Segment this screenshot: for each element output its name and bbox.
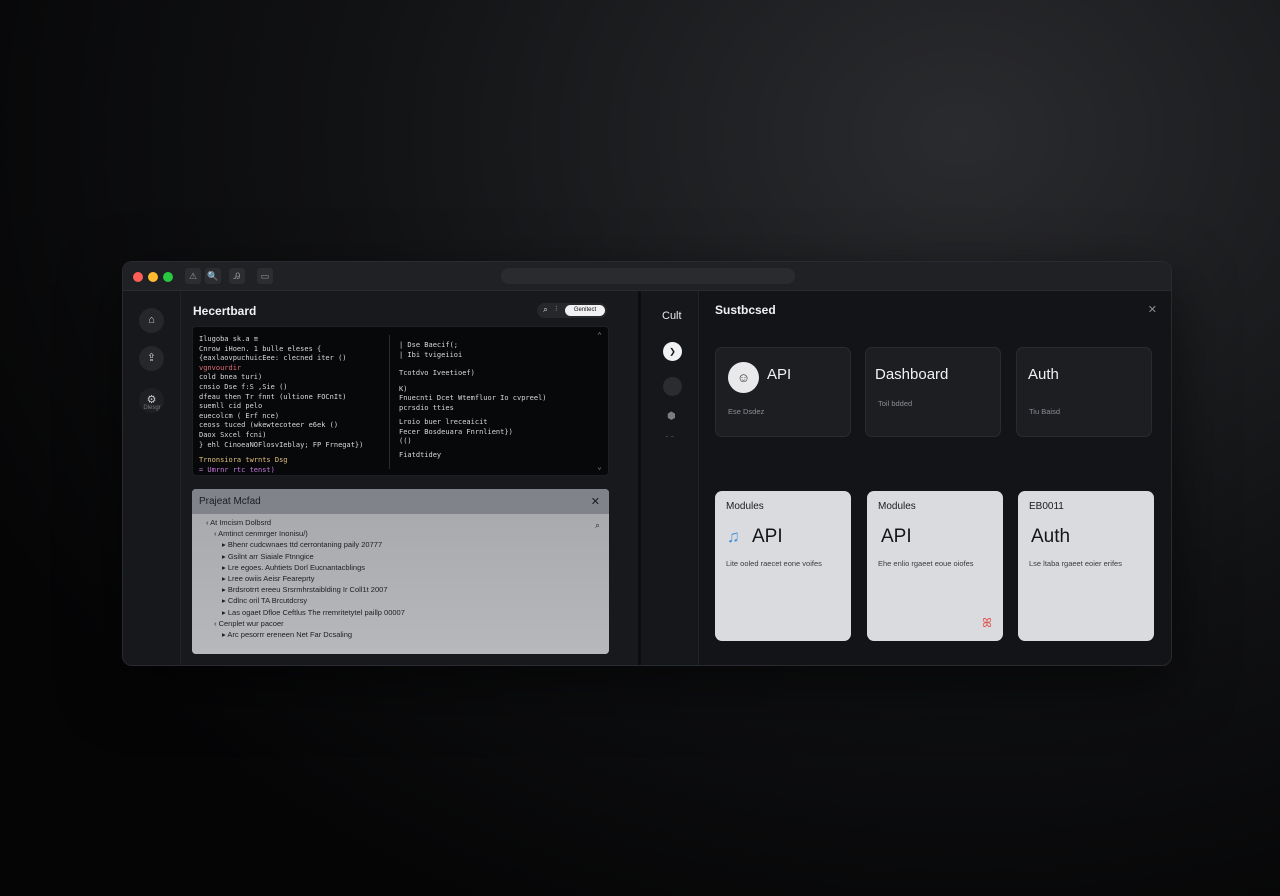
project-tree: ⌕ ‹ At Imcism Dolbsrd ‹ Amtinct cenmrger … [192, 514, 609, 654]
code-line: Tcotdvo Iveetioef) [399, 369, 475, 377]
card-subtitle: Toil bdded [878, 399, 913, 408]
search-bar[interactable]: ⌕ ⁝ Genitect [537, 303, 607, 318]
more-icon[interactable]: ⁃ ⁃ [665, 433, 674, 441]
address-bar[interactable] [501, 268, 795, 284]
tree-item[interactable]: ▸ Cdlnc oril TA Brcutdcrsy [222, 596, 307, 605]
tree-item[interactable]: ▸ Gsilnt arr Siaiale Ftnngice [222, 552, 314, 561]
tree-item[interactable]: ‹ At Imcism Dolbsrd [206, 518, 271, 527]
cube-icon[interactable]: ⬢ [667, 411, 676, 422]
module-card-auth[interactable]: EB0011 Auth Lse ltaba rgaeet eoier erife… [1018, 491, 1154, 641]
card-label: Modules [726, 501, 764, 512]
card-title: API [767, 366, 792, 383]
card-title: API [752, 526, 783, 547]
pane-title: Sustbcsed [715, 303, 776, 317]
code-line: euecolcm ( Erf nce) [199, 411, 280, 420]
tree-item[interactable]: ▸ Lre egoes. Auhtiets Dorl Eucnantacblin… [222, 563, 365, 572]
code-line: Fiatdtidey [399, 451, 442, 459]
pane-title: Hecertbard [193, 304, 257, 318]
code-line: cold bnea turi) [199, 373, 263, 382]
code-line: Ilugoba sk.a ≡ [199, 335, 259, 343]
tree-item[interactable]: ▸ Brdsrotrrt ereeu Srsrmhrstaiblding Ir … [222, 585, 388, 594]
left-rail: ⌂ ⇪ ⚙ Dlesgr [123, 291, 181, 665]
badge-icon: ꕤ [982, 616, 992, 630]
project-panel: Prajeat Mcfad ✕ ⌕ ‹ At Imcism Dolbsrd ‹ A… [192, 489, 609, 654]
app-window: ⚠ 🔍 Ꭿ ▭ ⌂ ⇪ ⚙ Dlesgr Hecertbard ⌕ ⁝ Geni… [122, 261, 1172, 666]
dashboard-pane: Hecertbard ⌕ ⁝ Genitect ⌃ ⌄ Ilugoba sk.a… [181, 291, 638, 665]
code-line: cnsio Dse f:S ,Sie () [199, 383, 288, 391]
maximize-window-button[interactable] [163, 272, 173, 282]
search-icon[interactable]: ⌕ [543, 304, 548, 315]
close-icon[interactable]: ✕ [591, 495, 600, 508]
close-icon[interactable]: ✕ [1148, 303, 1157, 316]
titlebar: ⚠ 🔍 Ꭿ ▭ [123, 262, 1171, 291]
card-title: Auth [1031, 526, 1071, 547]
code-editor[interactable]: ⌃ ⌄ Ilugoba sk.a ≡ Cnrow iHoen. 1 bulle … [192, 326, 609, 476]
tree-item[interactable]: ▸ Lree owiis Aeisr Feareprty [222, 574, 315, 583]
card-subtitle: Ese Dsdez [728, 407, 765, 416]
code-line: (() [399, 437, 412, 445]
code-line: Daox Sxcel fcni) [199, 431, 267, 439]
font-icon[interactable]: Ꭿ [229, 268, 245, 284]
search-icon[interactable]: 🔍 [205, 268, 221, 284]
subscribed-pane: Sustbcsed ✕ ☺ API Ese Dsdez Dashboard To… [699, 291, 1171, 665]
code-line: Fecer Bosdeuara Fnrnlient}) [399, 428, 513, 436]
code-line: } ehl CinoeaNOFlosvIeblay; FP Frnegat}) [199, 440, 364, 449]
code-line: Fnuecnti Dcet Wtemfluor Io cvpreel) [399, 394, 547, 402]
card-description: Lse ltaba rgaeet eoier erifes [1029, 559, 1122, 568]
code-line: K) [399, 385, 408, 393]
tree-item[interactable]: ▸ Bhenr cudcwnaes ttd cerrontaning paily… [222, 540, 382, 549]
scroll-up-icon[interactable]: ⌃ [597, 331, 602, 340]
code-line: Trnonsiora twrnts Dsg [199, 456, 288, 465]
minimize-window-button[interactable] [148, 272, 158, 282]
warning-icon[interactable]: ⚠ [185, 268, 201, 284]
upload-icon[interactable]: ⇪ [139, 346, 164, 371]
card-label: EB0011 [1029, 501, 1064, 512]
code-line: dfeau then Tr fnnt (ultione FOCnIt) [199, 392, 347, 401]
code-line: pcrsdio tties [399, 404, 454, 412]
code-line: | Dse Baecif(; [399, 341, 459, 349]
project-title: Prajeat Mcfad [199, 496, 261, 507]
avatar: ☺ [728, 362, 759, 393]
search-action-button[interactable]: Genitect [565, 305, 605, 316]
music-note-icon: ♫ [727, 527, 740, 546]
active-step-icon[interactable]: ❯ [663, 342, 682, 361]
card-description: Lite ooled raecet eone voifes [726, 559, 822, 568]
code-split-divider [389, 335, 390, 469]
module-card-api[interactable]: Modules ♫ API Lite ooled raecet eone voi… [715, 491, 851, 641]
rail-title: Cult [662, 310, 682, 322]
project-header: Prajeat Mcfad ✕ [192, 489, 609, 514]
card-dashboard[interactable]: Dashboard Toil bdded [865, 347, 1001, 437]
code-line: Lroio buer lreceaicit [399, 418, 488, 426]
code-line: Cnrow iHoen. 1 bulle eleses { [199, 344, 322, 353]
code-line: ceoss tuced (wkewtecoteer e6ek () [199, 421, 339, 430]
pin-icon[interactable]: ⌕ [595, 520, 600, 531]
scroll-down-icon[interactable]: ⌄ [597, 462, 602, 471]
card-api[interactable]: ☺ API Ese Dsdez [715, 347, 851, 437]
card-label: Modules [878, 501, 916, 512]
tree-item[interactable]: ‹ Cenplet wur pacoer [214, 619, 284, 628]
tree-item[interactable]: ‹ Amtinct cenmrger Inonisu/) [214, 529, 308, 538]
code-line: vgnvourdir [199, 363, 242, 372]
card-title: API [881, 526, 912, 547]
card-subtitle: Tiu Baisd [1029, 407, 1060, 416]
tree-item[interactable]: ▸ Arc pesorrr ereneen Net Far Dcsaling [222, 630, 352, 639]
code-line: suemll cid pelo [199, 402, 263, 411]
card-title: Dashboard [875, 366, 949, 383]
card-description: Ehe enlio rgaeet eoue oiofes [878, 559, 974, 568]
settings-label: Dlesgr [143, 405, 161, 411]
separator-icon: ⁝ [555, 304, 558, 313]
close-window-button[interactable] [133, 272, 143, 282]
card-title: Auth [1028, 366, 1059, 383]
home-icon[interactable]: ⌂ [139, 308, 164, 333]
right-rail: Cult ❯ ⬢ ⁃ ⁃ [641, 291, 699, 665]
card-auth[interactable]: Auth Tiu Baisd [1016, 347, 1152, 437]
module-card-api-2[interactable]: Modules API Ehe enlio rgaeet eoue oiofes… [867, 491, 1003, 641]
idle-step-icon[interactable] [663, 377, 682, 396]
code-line: = Umrnr rtc tenst) [199, 465, 275, 474]
code-line: | Ibi tvigeiioi [399, 351, 463, 359]
code-line: {eaxlaovpuchuicEee: clecned iter () [199, 354, 347, 363]
tree-item[interactable]: ▸ Las ogaet Dfloe Ceftlus The rremritety… [222, 608, 405, 617]
folder-icon[interactable]: ▭ [257, 268, 273, 284]
